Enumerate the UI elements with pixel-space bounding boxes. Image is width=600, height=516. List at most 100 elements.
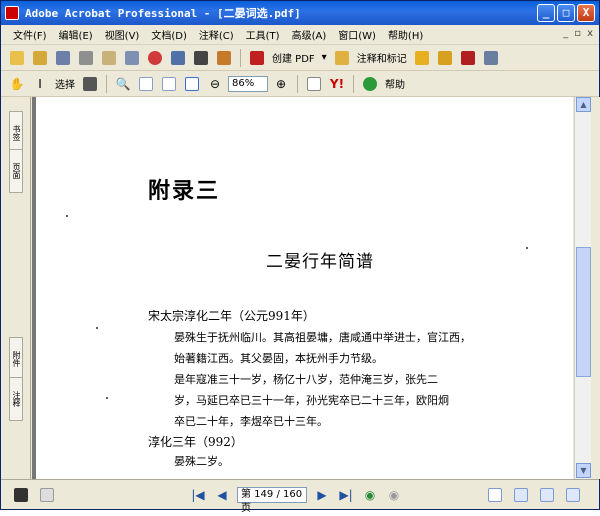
appendix-title: 附录三 — [148, 178, 221, 204]
window-title: Adobe Acrobat Professional - [二晏词选.pdf] — [25, 7, 301, 20]
separator — [297, 74, 298, 93]
scan-speck — [106, 397, 108, 399]
text-line: 岁，马延巳卒已三十一年，孙光宪卒已二十三年，欧阳炯 — [174, 394, 449, 407]
continuous-facing-icon[interactable] — [563, 486, 583, 504]
doc-restore-icon[interactable]: ▫ — [574, 28, 581, 39]
text-line: 卒已二十年，李煜卒已十三年。 — [174, 415, 328, 428]
stamp-icon[interactable] — [145, 49, 165, 67]
navigation-pane: 书签 页面 附件 注释 — [1, 97, 31, 479]
text-line: 是年寇准三十一岁，杨亿十八岁，范仲淹三岁，张先二 — [174, 373, 438, 386]
menu-file[interactable]: 文件(F) — [7, 27, 53, 42]
menu-edit[interactable]: 编辑(E) — [53, 27, 99, 42]
next-page-icon[interactable]: ▶ — [313, 488, 331, 502]
zoom-in-icon[interactable]: 🔍 — [113, 75, 133, 93]
zoom-level-field[interactable]: 86% — [228, 75, 268, 92]
security-icon[interactable] — [214, 49, 234, 67]
menu-advanced[interactable]: 高级(A) — [286, 27, 333, 42]
hand-tool-icon[interactable]: ✋ — [7, 75, 27, 93]
section-body: 晏殊二岁。 — [174, 451, 544, 472]
select-tool-button[interactable]: 选择 — [53, 76, 77, 91]
section-body: 晏殊生于抚州临川。其高祖晏墉，唐咸通中举进士，官江西， 始著籍江西。其父晏固，本… — [174, 327, 544, 432]
section-heading: 宋太宗淳化二年（公元991年） — [148, 309, 315, 323]
separator — [106, 74, 107, 93]
collapse-arrow-icon[interactable] — [591, 97, 600, 479]
single-page-icon[interactable] — [485, 486, 505, 504]
previous-page-icon[interactable]: ◀ — [213, 488, 231, 502]
menu-view[interactable]: 视图(V) — [99, 27, 146, 42]
fit-page-icon[interactable] — [159, 75, 179, 93]
acrobat-icon — [5, 6, 19, 20]
continuous-icon[interactable] — [511, 486, 531, 504]
section-heading: 淳化三年（992） — [148, 435, 243, 449]
menu-window[interactable]: 窗口(W) — [332, 27, 382, 42]
menu-document[interactable]: 文档(D) — [145, 27, 193, 42]
menu-help[interactable]: 帮助(H) — [382, 27, 429, 42]
page-options-icon[interactable] — [37, 486, 57, 504]
previous-view-icon[interactable]: ◉ — [361, 488, 379, 502]
scan-speck — [96, 327, 98, 329]
status-bar: |◀ ◀ 第 149 / 160 页 ▶ ▶| ◉ ◉ — [1, 479, 599, 514]
separator — [240, 48, 241, 67]
navigation-toolbar: ✋ I 选择 🔍 ⊖ 86% ⊕ Y! 帮助 — [1, 71, 599, 97]
create-pdf-button[interactable]: 创建 PDF — [270, 50, 317, 65]
menu-bar: 文件(F) 编辑(E) 视图(V) 文档(D) 注释(C) 工具(T) 高级(A… — [1, 25, 599, 45]
last-page-icon[interactable]: ▶| — [337, 488, 355, 502]
vertical-scrollbar[interactable]: ▲ ▼ — [574, 97, 591, 479]
comment-icon — [332, 49, 352, 67]
comment-markup-button[interactable]: 注释和标记 — [355, 50, 409, 65]
document-view[interactable]: 附录三 二晏行年简谱 宋太宗淳化二年（公元991年） 晏殊生于抚州临川。其高祖晏… — [32, 97, 573, 479]
rotate-icon[interactable] — [304, 75, 324, 93]
save-icon[interactable] — [53, 49, 73, 67]
search-icon[interactable] — [168, 49, 188, 67]
create-pdf-icon — [247, 49, 267, 67]
help-button[interactable]: 帮助 — [383, 76, 407, 91]
comments-tab[interactable]: 注释 — [9, 377, 23, 421]
doc-minimize-icon[interactable]: _ — [563, 28, 568, 39]
zoom-increase-icon[interactable]: ⊕ — [271, 75, 291, 93]
menu-tools[interactable]: 工具(T) — [240, 27, 286, 42]
lock-icon[interactable] — [435, 49, 455, 67]
acrobat-window: Adobe Acrobat Professional - [二晏词选.pdf] … — [0, 0, 600, 514]
actual-size-icon[interactable] — [136, 75, 156, 93]
chronicle-title: 二晏行年简谱 — [266, 252, 374, 272]
separator — [353, 74, 354, 93]
file-toolbar: 创建 PDF ▾ 注释和标记 — [1, 45, 599, 71]
print-icon[interactable] — [76, 49, 96, 67]
scan-speck — [66, 215, 68, 217]
first-page-icon[interactable]: |◀ — [189, 488, 207, 502]
scan-speck — [526, 247, 528, 249]
help-icon — [360, 75, 380, 93]
zoom-out-icon[interactable]: ⊖ — [205, 75, 225, 93]
scroll-down-icon[interactable]: ▼ — [576, 463, 591, 478]
page-thumbnail-icon[interactable] — [11, 486, 31, 504]
next-view-icon[interactable]: ◉ — [385, 488, 403, 502]
menu-comments[interactable]: 注释(C) — [193, 27, 240, 42]
page-number-field[interactable]: 第 149 / 160 页 — [237, 486, 307, 514]
text-line: 晏殊二岁。 — [174, 455, 229, 468]
minimize-button[interactable]: _ — [537, 4, 555, 22]
maximize-button[interactable]: □ — [557, 4, 575, 22]
email-icon[interactable] — [99, 49, 119, 67]
sign-icon[interactable] — [412, 49, 432, 67]
facing-icon[interactable] — [537, 486, 557, 504]
forms-icon[interactable] — [481, 49, 501, 67]
doc-close-icon[interactable]: x — [587, 28, 593, 39]
pages-tab[interactable]: 页面 — [9, 149, 23, 193]
open-icon[interactable] — [7, 49, 27, 67]
scroll-up-icon[interactable]: ▲ — [576, 97, 591, 112]
attach-icon[interactable] — [122, 49, 142, 67]
chevron-down-icon[interactable]: ▾ — [320, 52, 329, 63]
find-icon[interactable] — [191, 49, 211, 67]
scroll-thumb[interactable] — [576, 247, 591, 377]
yahoo-icon[interactable]: Y! — [327, 75, 347, 93]
text-line: 晏殊生于抚州临川。其高祖晏墉，唐咸通中举进士，官江西， — [174, 331, 471, 344]
text-line: 始著籍江西。其父晏固，本抚州手力节级。 — [174, 352, 383, 365]
select-tool-icon[interactable]: I — [30, 75, 50, 93]
organizer-icon[interactable] — [30, 49, 50, 67]
close-button[interactable]: X — [577, 4, 595, 22]
snapshot-icon[interactable] — [80, 75, 100, 93]
pen-icon[interactable] — [458, 49, 478, 67]
attachments-tab[interactable]: 附件 — [9, 337, 23, 381]
fit-width-icon[interactable] — [182, 75, 202, 93]
title-bar: Adobe Acrobat Professional - [二晏词选.pdf] … — [1, 1, 599, 25]
